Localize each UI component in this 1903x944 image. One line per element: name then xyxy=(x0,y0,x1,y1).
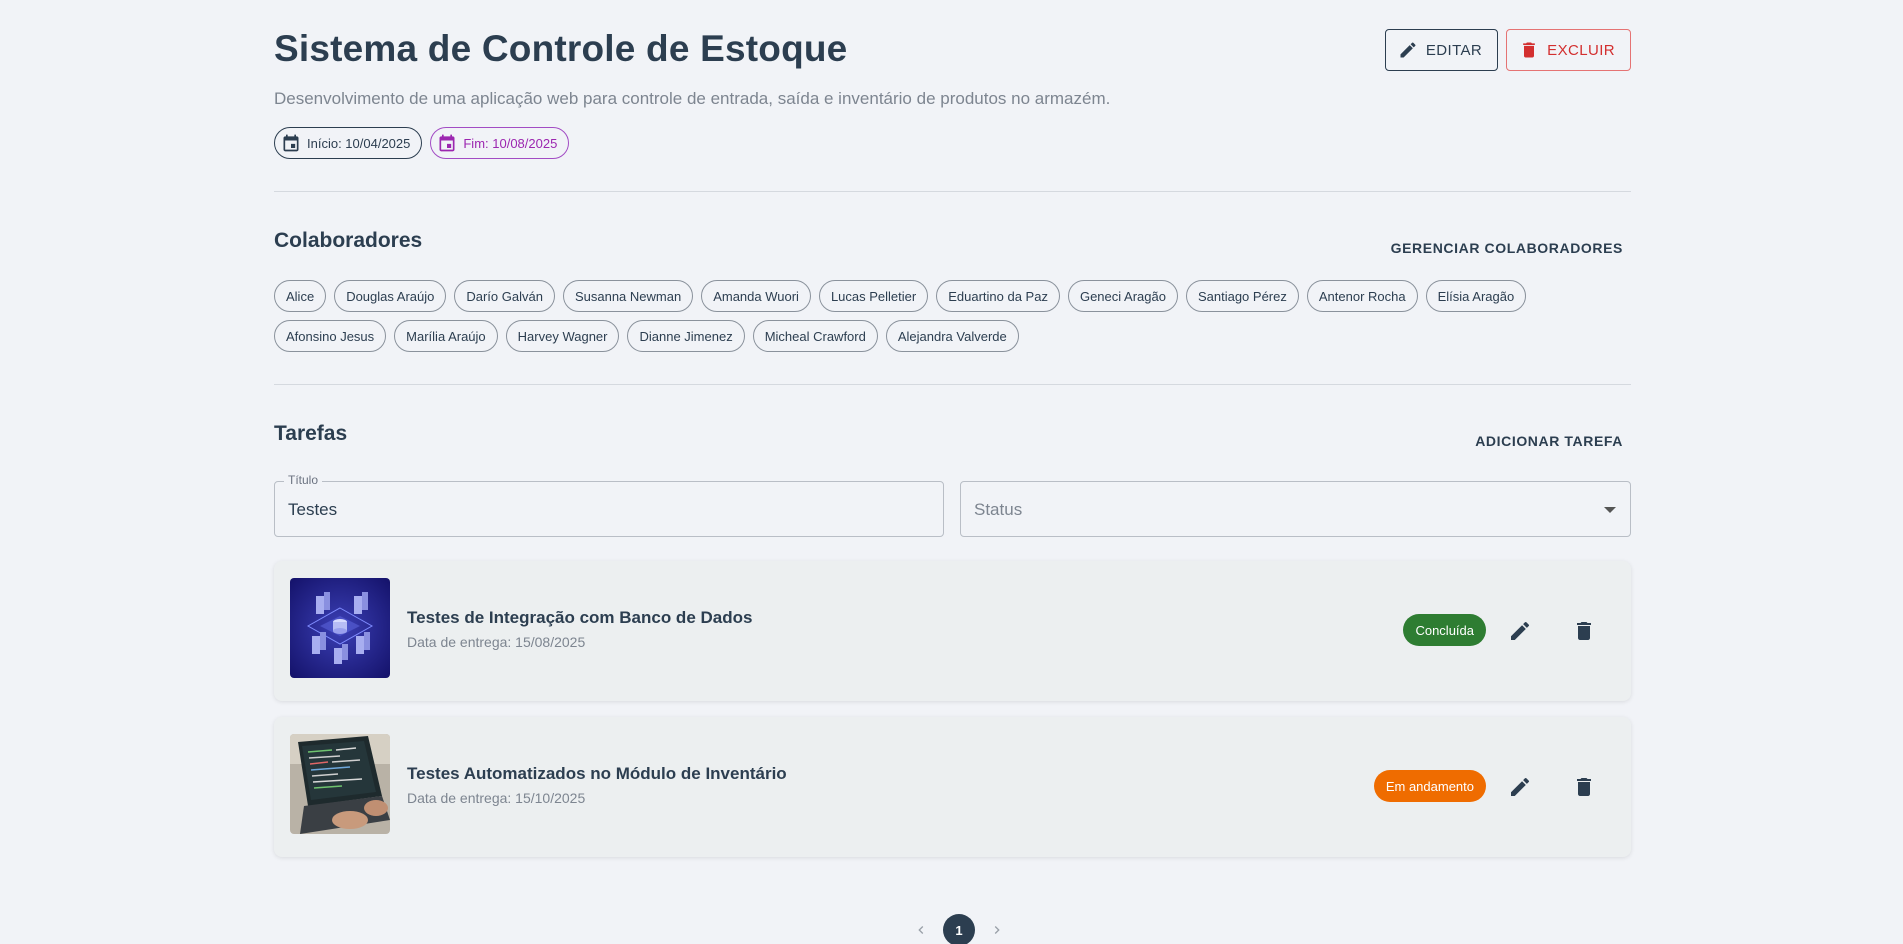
page-title: Sistema de Controle de Estoque xyxy=(274,28,848,69)
pencil-icon xyxy=(1511,777,1530,796)
edit-label: EDITAR xyxy=(1425,41,1483,59)
project-description: Desenvolvimento de uma aplicação web par… xyxy=(274,89,1111,108)
calendar-icon xyxy=(439,134,455,152)
collaborator-chip[interactable]: Geneci Aragão xyxy=(1067,280,1178,312)
collaborator-chip[interactable]: Amanda Wuori xyxy=(701,280,811,312)
task-thumbnail xyxy=(290,734,390,834)
previous-page-button[interactable] xyxy=(905,914,937,944)
status-filter-select[interactable]: Status xyxy=(960,481,1631,537)
collaborator-chip[interactable]: Douglas Araújo xyxy=(334,280,447,312)
task-thumbnail xyxy=(290,578,390,678)
database-illustration xyxy=(290,578,390,678)
task-title[interactable]: Testes de Integração com Banco de Dados xyxy=(407,608,752,628)
manage-collaborators-button[interactable]: GERENCIAR COLABORADORES xyxy=(1391,240,1623,256)
add-task-button[interactable]: ADICIONAR TAREFA xyxy=(1475,433,1623,449)
calendar-icon xyxy=(283,134,299,152)
collaborator-chip[interactable]: Harvey Wagner xyxy=(505,320,620,352)
delete-task-button[interactable] xyxy=(1564,611,1604,651)
collaborator-chip[interactable]: Santiago Pérez xyxy=(1185,280,1299,312)
chevron-left-icon xyxy=(918,926,924,934)
collaborator-chip[interactable]: Dianne Jimenez xyxy=(627,320,745,352)
trash-icon xyxy=(1523,42,1536,58)
project-header: Sistema de Controle de Estoque Desenvolv… xyxy=(274,0,1631,190)
page-button-current[interactable]: 1 xyxy=(943,914,975,944)
start-date-chip: Início: 10/04/2025 xyxy=(274,127,423,159)
edit-task-button[interactable] xyxy=(1500,767,1540,807)
tasks-title: Tarefas xyxy=(274,422,348,445)
chevron-right-icon xyxy=(994,926,1000,934)
divider xyxy=(274,191,1631,192)
project-detail-page: Sistema de Controle de Estoque Desenvolv… xyxy=(274,0,1631,944)
caret-down-icon xyxy=(1604,507,1616,513)
title-filter-value: Testes xyxy=(288,500,338,519)
title-filter-label: Título xyxy=(284,473,323,487)
edit-task-button[interactable] xyxy=(1500,611,1540,651)
title-filter-input[interactable]: Título Testes xyxy=(274,473,944,537)
collaborator-chip[interactable]: Elísia Aragão xyxy=(1425,280,1527,312)
collaborator-list: Alice Douglas Araújo Darío Galván Susann… xyxy=(274,280,1631,352)
task-card[interactable]: Testes Automatizados no Módulo de Invent… xyxy=(274,717,1631,857)
task-due-date: Data de entrega: 15/08/2025 xyxy=(407,634,586,650)
task-title[interactable]: Testes Automatizados no Módulo de Invent… xyxy=(407,764,787,784)
pagination: 1 xyxy=(905,914,1013,944)
collaborator-chip[interactable]: Micheal Crawford xyxy=(752,320,878,352)
start-date-label: Início: 10/04/2025 xyxy=(307,135,411,151)
collaborator-chip[interactable]: Antenor Rocha xyxy=(1306,280,1418,312)
next-page-button[interactable] xyxy=(981,914,1013,944)
delete-label: EXCLUIR xyxy=(1547,41,1615,59)
trash-icon xyxy=(1577,622,1591,640)
trash-icon xyxy=(1577,778,1591,796)
delete-project-button[interactable]: EXCLUIR xyxy=(1506,29,1631,71)
collaborator-chip[interactable]: Lucas Pelletier xyxy=(818,280,929,312)
date-chips: Início: 10/04/2025 Fim: 10/08/2025 xyxy=(274,127,570,159)
task-card[interactable]: Testes de Integração com Banco de Dados … xyxy=(274,561,1631,701)
collaborator-chip[interactable]: Eduartino da Paz xyxy=(936,280,1060,312)
delete-task-button[interactable] xyxy=(1564,767,1604,807)
end-date-chip: Fim: 10/08/2025 xyxy=(430,127,570,159)
status-badge: Concluída xyxy=(1403,614,1486,646)
collaborator-chip[interactable]: Susanna Newman xyxy=(562,280,694,312)
status-badge: Em andamento xyxy=(1373,770,1486,802)
collaborator-chip[interactable]: Alejandra Valverde xyxy=(885,320,1019,352)
collaborator-chip[interactable]: Marília Araújo xyxy=(394,320,498,352)
collaborator-chip[interactable]: Alice xyxy=(274,280,327,312)
pencil-icon xyxy=(1400,42,1416,58)
status-filter-placeholder: Status xyxy=(974,500,1023,519)
laptop-coding-photo xyxy=(290,734,390,834)
end-date-label: Fim: 10/08/2025 xyxy=(463,135,558,151)
collaborator-chip[interactable]: Afonsino Jesus xyxy=(274,320,387,352)
collaborator-chip[interactable]: Darío Galván xyxy=(454,280,555,312)
pencil-icon xyxy=(1511,621,1530,640)
edit-project-button[interactable]: EDITAR xyxy=(1384,29,1499,71)
divider xyxy=(274,384,1631,385)
task-due-date: Data de entrega: 15/10/2025 xyxy=(407,790,586,806)
collaborators-title: Colaboradores xyxy=(274,229,423,252)
project-actions: EDITAR EXCLUIR xyxy=(1384,29,1631,71)
